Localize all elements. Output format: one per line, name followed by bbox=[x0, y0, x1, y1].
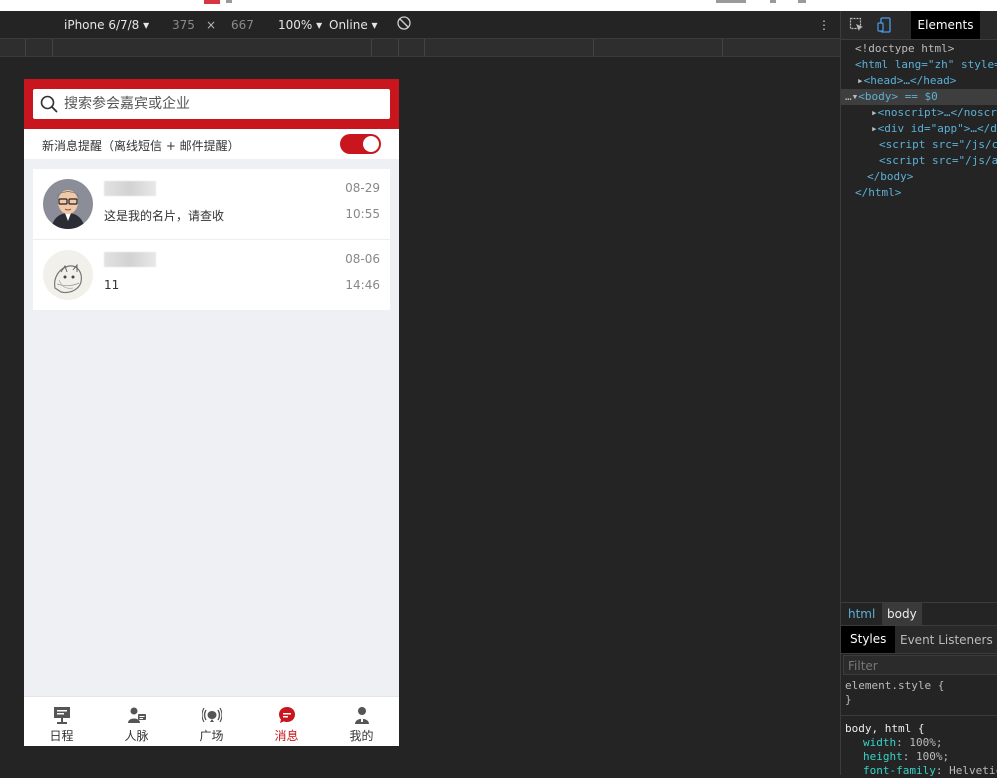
message-preview: 11 bbox=[104, 278, 120, 292]
message-list: 这是我的名片，请查收 08-29 10:55 11 08-06 14:46 bbox=[33, 169, 390, 310]
device-toolbar: iPhone 6/7/8 ▾ 375 × 667 100% ▾ Online ▾… bbox=[0, 11, 840, 39]
message-time: 14:46 bbox=[345, 278, 380, 292]
tab-indicator bbox=[204, 0, 220, 4]
breadcrumb-html[interactable]: html bbox=[848, 607, 875, 621]
devtools-tab-bar: Elements bbox=[841, 11, 997, 40]
dom-node[interactable]: <!doctype html> bbox=[841, 41, 997, 57]
browser-top-strip bbox=[0, 0, 997, 11]
notification-toggle[interactable] bbox=[340, 134, 381, 154]
avatar bbox=[43, 250, 93, 300]
dom-node[interactable]: </body> bbox=[841, 169, 997, 185]
style-prop[interactable]: height: 100%; bbox=[845, 750, 995, 764]
rule-selector: body, html { bbox=[845, 722, 925, 735]
tab-styles[interactable]: Styles bbox=[841, 626, 896, 653]
dom-node-selected[interactable]: …▾<body> == $0 bbox=[841, 89, 997, 105]
tab-mine[interactable]: 我的 bbox=[324, 697, 399, 746]
dom-node[interactable]: <script src="/js/c bbox=[841, 137, 997, 153]
message-date: 08-06 bbox=[345, 252, 380, 266]
tab-schedule[interactable]: 日程 bbox=[24, 697, 99, 746]
message-time: 10:55 bbox=[345, 207, 380, 221]
tab-fragment bbox=[770, 0, 776, 3]
avatar bbox=[43, 179, 93, 229]
chat-icon bbox=[277, 705, 297, 725]
tab-elements[interactable]: Elements bbox=[911, 11, 980, 39]
notification-setting-row: 新消息提醒（离线短信 + 邮件提醒） bbox=[24, 129, 399, 159]
notification-label: 新消息提醒（离线短信 + 邮件提醒） bbox=[42, 139, 240, 153]
tab-fragment bbox=[226, 0, 232, 3]
presentation-icon bbox=[52, 705, 72, 725]
style-prop[interactable]: font-family: Helvetic bbox=[845, 764, 997, 778]
zoom-select[interactable]: 100% ▾ bbox=[278, 18, 322, 32]
search-box[interactable] bbox=[33, 89, 390, 119]
dom-node[interactable]: <html lang="zh" style= bbox=[841, 57, 997, 73]
styles-filter-input[interactable]: Filter bbox=[843, 655, 997, 675]
contact-name-blurred bbox=[104, 181, 156, 196]
broadcast-icon bbox=[200, 705, 223, 725]
tab-label: 广场 bbox=[199, 729, 224, 743]
message-item[interactable]: 11 08-06 14:46 bbox=[33, 240, 390, 310]
person-icon bbox=[352, 705, 372, 725]
contact-name-blurred bbox=[104, 252, 156, 267]
search-bar bbox=[24, 79, 399, 129]
message-item[interactable]: 这是我的名片，请查收 08-29 10:55 bbox=[33, 169, 390, 240]
dom-node[interactable]: ▸<head>…</head> bbox=[841, 73, 997, 89]
style-prop[interactable]: width: 100%; bbox=[845, 736, 995, 750]
styles-pane: element.style { } body, html { width: 10… bbox=[841, 679, 997, 778]
network-throttle-select[interactable]: Online ▾ bbox=[329, 18, 378, 32]
rule-close: } bbox=[845, 693, 852, 706]
tab-contacts[interactable]: 人脉 bbox=[99, 697, 174, 746]
devtools-panel: Elements <!doctype html> <html lang="zh"… bbox=[840, 11, 997, 778]
dom-tree: <!doctype html> <html lang="zh" style= ▸… bbox=[841, 41, 997, 201]
dom-node[interactable]: ▸<div id="app">…</d bbox=[841, 121, 997, 137]
search-icon bbox=[40, 95, 58, 113]
tab-fragment bbox=[798, 0, 806, 3]
tab-label: 我的 bbox=[349, 729, 374, 743]
more-options-icon[interactable]: ⋮ bbox=[818, 18, 830, 32]
media-query-ruler bbox=[0, 39, 840, 57]
tab-event-listeners[interactable]: Event Listeners bbox=[900, 633, 993, 647]
tab-label: 消息 bbox=[274, 729, 299, 743]
inspect-element-icon[interactable] bbox=[849, 17, 865, 33]
dom-node[interactable]: </html> bbox=[841, 185, 997, 201]
dimension-separator: × bbox=[206, 18, 217, 32]
tab-fragment bbox=[716, 0, 746, 3]
rotate-icon[interactable] bbox=[397, 16, 411, 30]
phone-viewport: 新消息提醒（离线短信 + 邮件提醒） 这是我的名片，请查收 08 bbox=[24, 79, 399, 746]
search-input[interactable] bbox=[64, 89, 384, 119]
element-style-rule: element.style { bbox=[845, 679, 945, 692]
tab-label: 人脉 bbox=[124, 729, 149, 743]
tab-label: 日程 bbox=[49, 729, 74, 743]
breadcrumb-body[interactable]: body bbox=[882, 603, 922, 625]
tab-square[interactable]: 广场 bbox=[174, 697, 249, 746]
viewport-height-input[interactable]: 667 bbox=[231, 18, 254, 32]
viewport-width-input[interactable]: 375 bbox=[172, 18, 195, 32]
dom-node[interactable]: <script src="/js/a bbox=[841, 153, 997, 169]
styles-tab-bar: Styles Event Listeners bbox=[841, 625, 997, 654]
contacts-icon bbox=[127, 705, 147, 725]
device-select[interactable]: iPhone 6/7/8 ▾ bbox=[64, 18, 149, 32]
message-preview: 这是我的名片，请查收 bbox=[104, 209, 225, 223]
toggle-knob bbox=[363, 136, 379, 152]
tab-messages[interactable]: 消息 bbox=[249, 697, 324, 746]
dom-node[interactable]: ▸<noscript>…</noscr bbox=[841, 105, 997, 121]
device-toggle-icon[interactable] bbox=[877, 17, 893, 33]
message-date: 08-29 bbox=[345, 181, 380, 195]
bottom-tab-bar: 日程 人脉 广场 消息 我的 bbox=[24, 696, 399, 746]
breadcrumb: html body bbox=[841, 602, 997, 625]
